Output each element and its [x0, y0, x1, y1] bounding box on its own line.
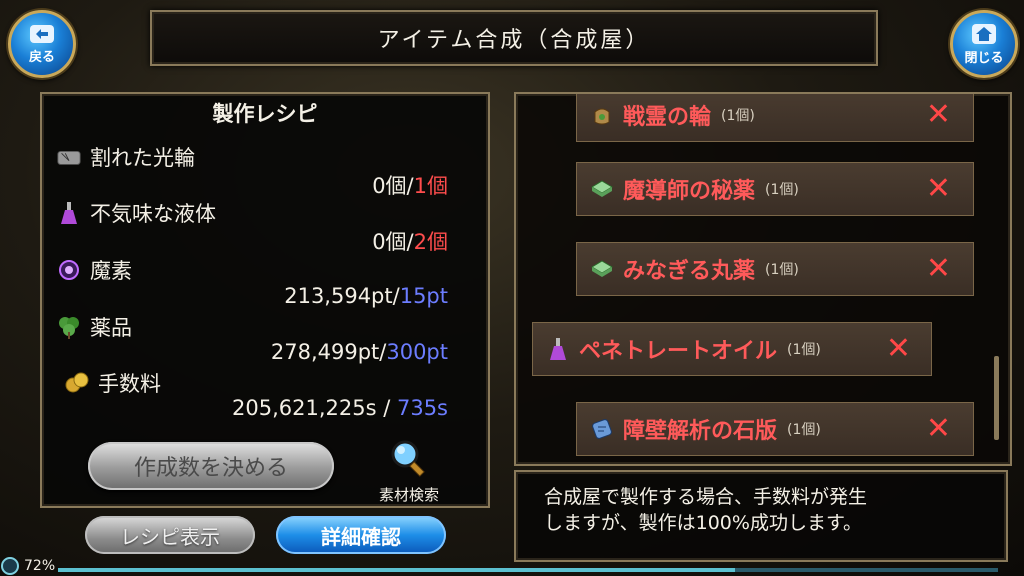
list-item[interactable]: 魔導師の秘薬 (1個) ✕ — [576, 162, 974, 216]
back-label: 戻る — [28, 49, 55, 65]
ingredient-amount: 0個/1個 — [372, 174, 448, 198]
material-search-button[interactable]: 素材検索 — [364, 438, 454, 505]
remove-x-icon[interactable]: ✕ — [926, 171, 951, 206]
battery-ring-icon — [1, 557, 19, 575]
list-item[interactable]: 戦霊の輪 (1個) ✕ — [576, 94, 974, 142]
battery-bar-fill — [58, 568, 735, 572]
ingredient-amount: 205,621,225s / 735s — [232, 396, 448, 420]
coins-icon — [64, 370, 90, 396]
close-label: 閉じる — [964, 50, 1004, 66]
material-search-label: 素材検索 — [378, 486, 439, 504]
battery-indicator: 72% — [0, 556, 55, 576]
medicine-box-icon — [589, 256, 615, 282]
home-icon — [972, 23, 996, 44]
stone-tablet-icon — [589, 416, 615, 442]
remove-x-icon[interactable]: ✕ — [886, 331, 911, 366]
list-scrollbar[interactable] — [994, 356, 999, 440]
list-item[interactable]: みなぎる丸薬 (1個) ✕ — [576, 242, 974, 296]
page-title: アイテム合成（合成屋） — [150, 10, 878, 66]
back-arrow-icon — [30, 24, 54, 43]
pouch-icon — [589, 102, 615, 128]
broken-halo-icon — [56, 144, 82, 170]
info-message: 合成屋で製作する場合、手数料が発生 しますが、製作は100%成功します。 — [514, 470, 1008, 562]
close-button[interactable]: 閉じる — [950, 10, 1018, 78]
remove-x-icon[interactable]: ✕ — [926, 97, 951, 132]
ingredient-chemical: 薬品 — [56, 312, 132, 342]
list-item[interactable]: 障壁解析の石版 (1個) ✕ — [576, 402, 974, 456]
ingredient-amount: 278,499pt/300pt — [270, 340, 448, 364]
potion-flask-icon — [545, 336, 571, 362]
info-message-line2: しますが、製作は100%成功します。 — [544, 512, 863, 534]
list-item[interactable]: ペネトレートオイル (1個) ✕ — [532, 322, 932, 376]
detail-confirm-button[interactable]: 詳細確認 — [276, 516, 446, 554]
potion-flask-icon — [56, 200, 82, 226]
battery-percent: 72% — [24, 558, 56, 574]
back-button[interactable]: 戻る — [8, 10, 76, 78]
ingredient-amount: 0個/2個 — [372, 230, 448, 254]
ingredient-eerie-liquid: 不気味な液体 — [56, 198, 216, 228]
medicine-box-icon — [589, 176, 615, 202]
info-message-line1: 合成屋で製作する場合、手数料が発生 — [544, 486, 868, 508]
ingredient-fee: 手数料 — [64, 368, 161, 398]
decide-quantity-button[interactable]: 作成数を決める — [88, 442, 334, 490]
mana-orb-icon — [56, 257, 82, 283]
magnifier-icon — [391, 440, 425, 477]
remove-x-icon[interactable]: ✕ — [926, 251, 951, 286]
recipe-title: 製作レシピ — [212, 102, 318, 126]
remove-x-icon[interactable]: ✕ — [926, 411, 951, 446]
recipe-display-button[interactable]: レシピ表示 — [85, 516, 255, 554]
herb-icon — [56, 314, 82, 340]
ingredient-broken-halo: 割れた光輪 — [56, 142, 195, 172]
ingredient-mana: 魔素 — [56, 255, 132, 285]
ingredient-amount: 213,594pt/15pt — [284, 284, 448, 308]
material-list-panel: 戦霊の輪 (1個) ✕ 魔導師の秘薬 (1個) ✕ みなぎる丸薬 (1個) ✕ … — [514, 92, 1012, 466]
